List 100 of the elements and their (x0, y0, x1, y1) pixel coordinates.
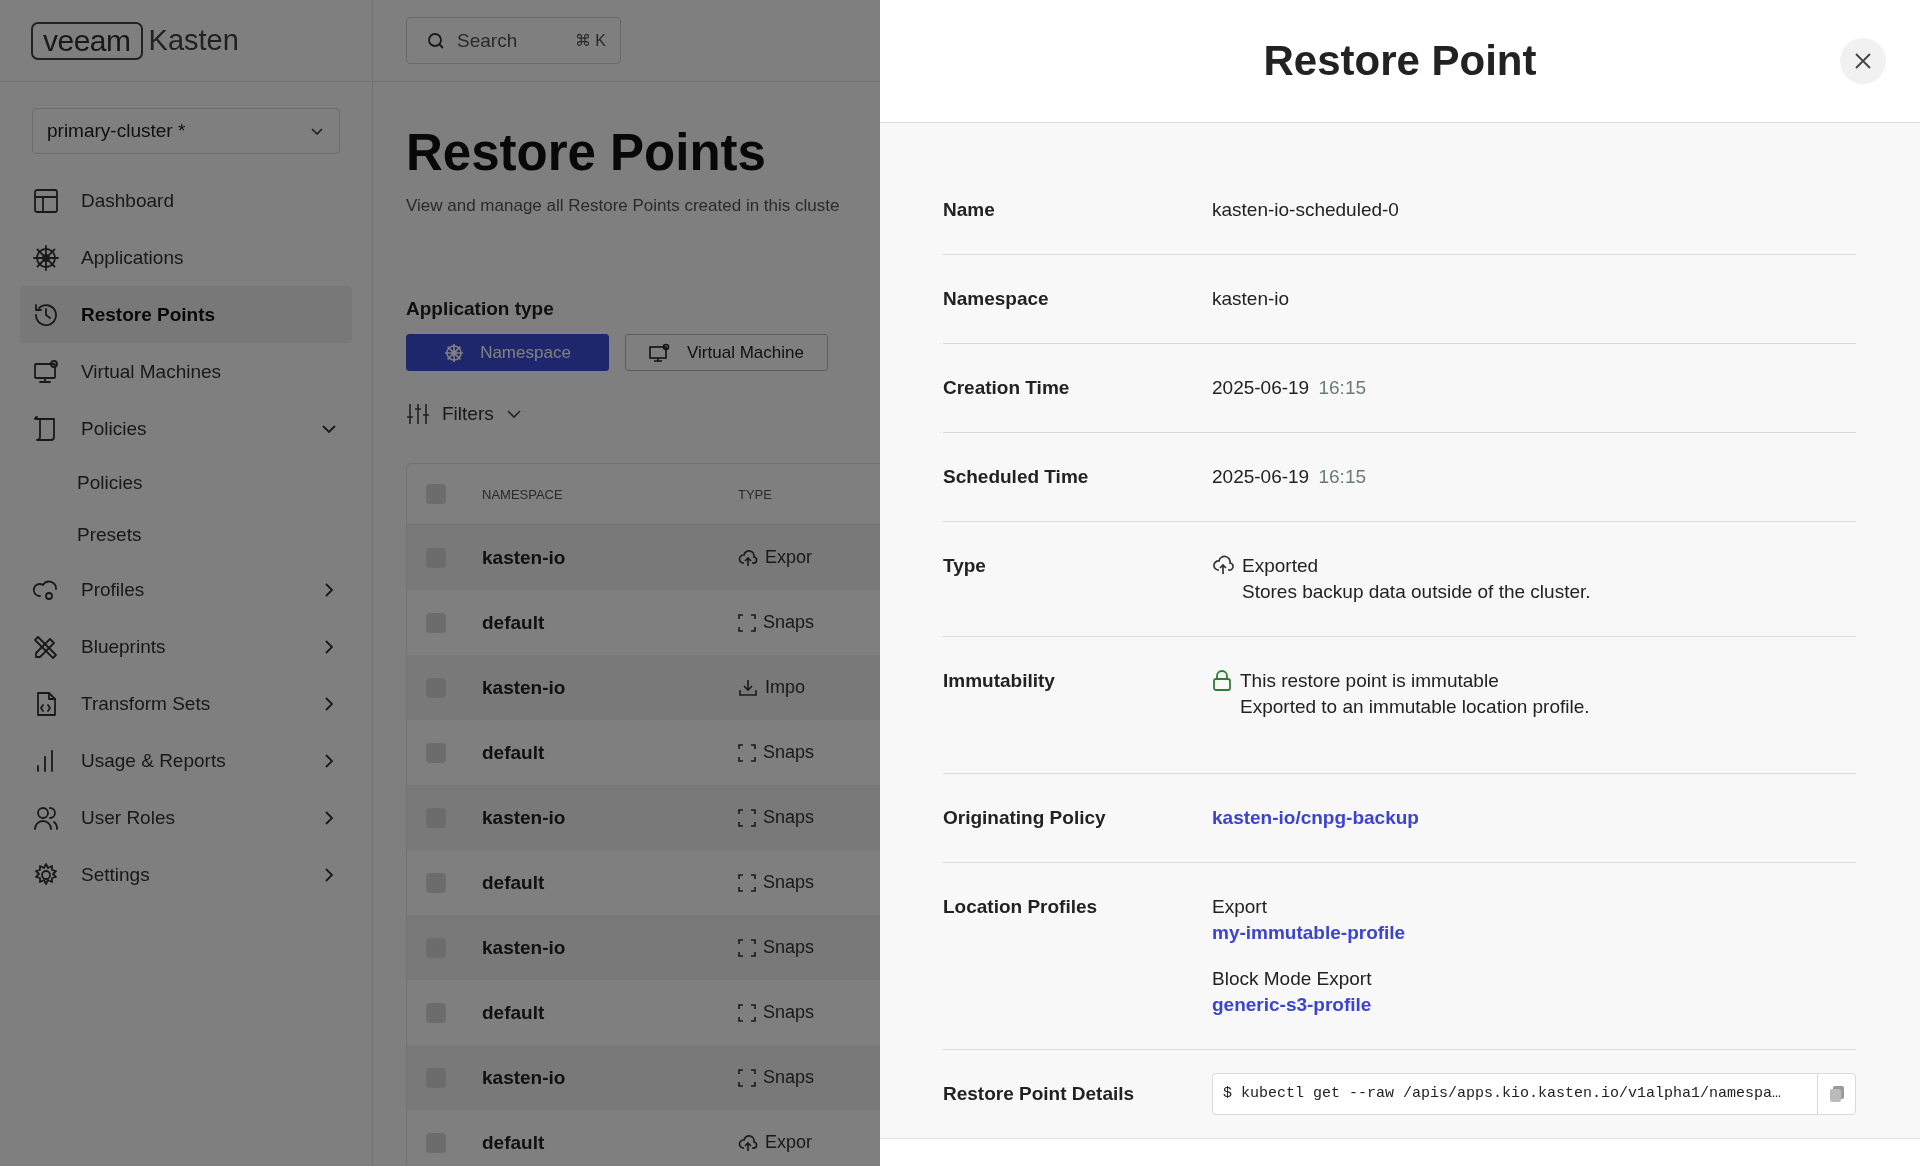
namespace-cell-text: kasten-io (482, 936, 567, 959)
focus-frame-icon (738, 743, 756, 762)
field-value: This restore point is immutable (1240, 669, 1500, 693)
focus-frame-icon (738, 873, 756, 892)
page-subtitle: View and manage all Restore Points created in this cluste (406, 196, 841, 216)
nav-item[interactable]: Applications (20, 229, 352, 286)
date-value: 2025-06-19 (1212, 466, 1310, 487)
namespace-cell-text: default (482, 871, 546, 894)
nav-item[interactable]: Virtual Machines (20, 343, 352, 400)
lock-icon (1212, 670, 1232, 692)
type-toggle[interactable]: Virtual Machine (625, 334, 828, 371)
brand-logo: veeam (31, 21, 143, 60)
profile-link[interactable]: generic-s3-profile (1212, 992, 1372, 1018)
profile-link[interactable]: my-immutable-profile (1212, 920, 1406, 946)
field-label: Creation Time (943, 376, 1071, 400)
nav-item[interactable]: Settings (20, 846, 352, 903)
search-field[interactable]: Search ⌘ K (406, 17, 621, 64)
namespace-cell-text: kasten-io (482, 806, 567, 829)
table-row[interactable]: default Snaps (407, 980, 880, 1045)
dashboard-icon (32, 186, 60, 215)
table-row[interactable]: kasten-io Snaps (407, 915, 880, 980)
cloud-upload-icon (738, 548, 758, 567)
table-row[interactable]: default Expor (407, 1110, 880, 1166)
field-label: Namespace (943, 287, 1050, 311)
namespace-cell-text: kasten-io (482, 1066, 567, 1089)
type-cell: Snaps (763, 937, 815, 958)
nav-subitem[interactable]: Policies (0, 457, 372, 509)
table-row[interactable]: default Snaps (407, 720, 880, 785)
time-value: 16:15 (1318, 377, 1367, 398)
nav-item[interactable]: Blueprints (20, 618, 352, 675)
namespace-cell-text: kasten-io (482, 676, 567, 699)
filters-button[interactable]: Filters (406, 403, 522, 425)
date-value: 2025-06-19 (1212, 377, 1310, 398)
nav-item[interactable]: Dashboard (20, 172, 352, 229)
wheel-icon (32, 243, 60, 272)
table-row[interactable]: kasten-io Expor (407, 525, 880, 590)
type-toggle[interactable]: Namespace (406, 334, 609, 371)
focus-frame-icon (738, 1003, 756, 1022)
field-label: Restore Point Details (943, 1082, 1136, 1106)
namespace-cell-text: default (482, 611, 546, 634)
command-field: $ kubectl get --raw /apis/apps.kio.kasten.io/v1alpha1/namespa… (1212, 1073, 1856, 1115)
column-header: TYPE (738, 486, 772, 502)
nav-item[interactable]: Policies (20, 400, 352, 457)
drawer-title: Restore Point (1263, 37, 1537, 85)
type-cell: Snaps (763, 1067, 815, 1088)
focus-frame-icon (738, 1068, 756, 1087)
nav-item[interactable]: Usage & Reports (20, 732, 352, 789)
type-cell: Snaps (763, 807, 815, 828)
search-icon (427, 31, 445, 50)
field-label: Type (943, 554, 987, 578)
section-label: Application type (406, 298, 555, 320)
nav-item[interactable]: User Roles (20, 789, 352, 846)
type-cell: Snaps (763, 742, 815, 763)
download-icon (738, 678, 758, 697)
type-cell: Snaps (763, 1002, 815, 1023)
nav-item[interactable]: Profiles (20, 561, 352, 618)
field-description: Exported to an immutable location profile. (1240, 695, 1590, 719)
product-name: Kasten (148, 24, 239, 57)
table-row[interactable]: kasten-io Impo (407, 655, 880, 720)
cluster-select[interactable]: primary-cluster * (32, 108, 340, 154)
copy-icon (1828, 1085, 1845, 1103)
namespace-cell-text: kasten-io (482, 546, 567, 569)
nav-subitem[interactable]: Presets (0, 509, 372, 561)
type-cell: Expor (765, 1132, 813, 1153)
field-label: Name (943, 198, 996, 222)
close-icon (1854, 52, 1872, 70)
namespace-cell-text: default (482, 741, 546, 764)
shortcut-hint: ⌘ K (574, 31, 606, 50)
close-button[interactable] (1840, 38, 1886, 84)
cloud-upload-icon (738, 1133, 758, 1152)
nav-item[interactable]: Transform Sets (20, 675, 352, 732)
table-row[interactable]: kasten-io Snaps (407, 1045, 880, 1110)
cloud-upload-icon (1212, 555, 1234, 575)
focus-frame-icon (738, 808, 756, 827)
table-row[interactable]: kasten-io Snaps (407, 785, 880, 850)
time-value: 16:15 (1318, 466, 1367, 487)
wheel-icon (444, 342, 465, 363)
namespace-cell-text: default (482, 1131, 546, 1154)
table-row[interactable]: default Snaps (407, 850, 880, 915)
namespace-cell-text: default (482, 1001, 546, 1024)
type-cell: Expor (765, 547, 813, 568)
field-description: Stores backup data outside of the cluster. (1242, 580, 1591, 604)
nav-item[interactable]: Restore Points (20, 286, 352, 343)
type-cell: Snaps (763, 612, 815, 633)
page-title: Restore Points (406, 123, 767, 183)
table-row[interactable]: default Snaps (407, 590, 880, 655)
field-value: kasten-io-scheduled-0 (1212, 199, 1399, 220)
sliders-icon (406, 403, 430, 425)
field-value: Exported (1242, 554, 1320, 578)
field-label: Originating Policy (943, 806, 1107, 830)
monitor-icon (649, 342, 672, 363)
focus-frame-icon (738, 938, 756, 957)
profile-type: Export (1212, 895, 1267, 919)
policy-link[interactable]: kasten-io/cnpg-backup (1212, 807, 1419, 828)
monitor-icon (32, 357, 60, 386)
profile-type: Block Mode Export (1212, 967, 1372, 991)
field-label: Location Profiles (943, 895, 1099, 919)
focus-frame-icon (738, 613, 756, 632)
type-cell: Snaps (763, 872, 815, 893)
column-header: NAMESPACE (482, 486, 564, 502)
